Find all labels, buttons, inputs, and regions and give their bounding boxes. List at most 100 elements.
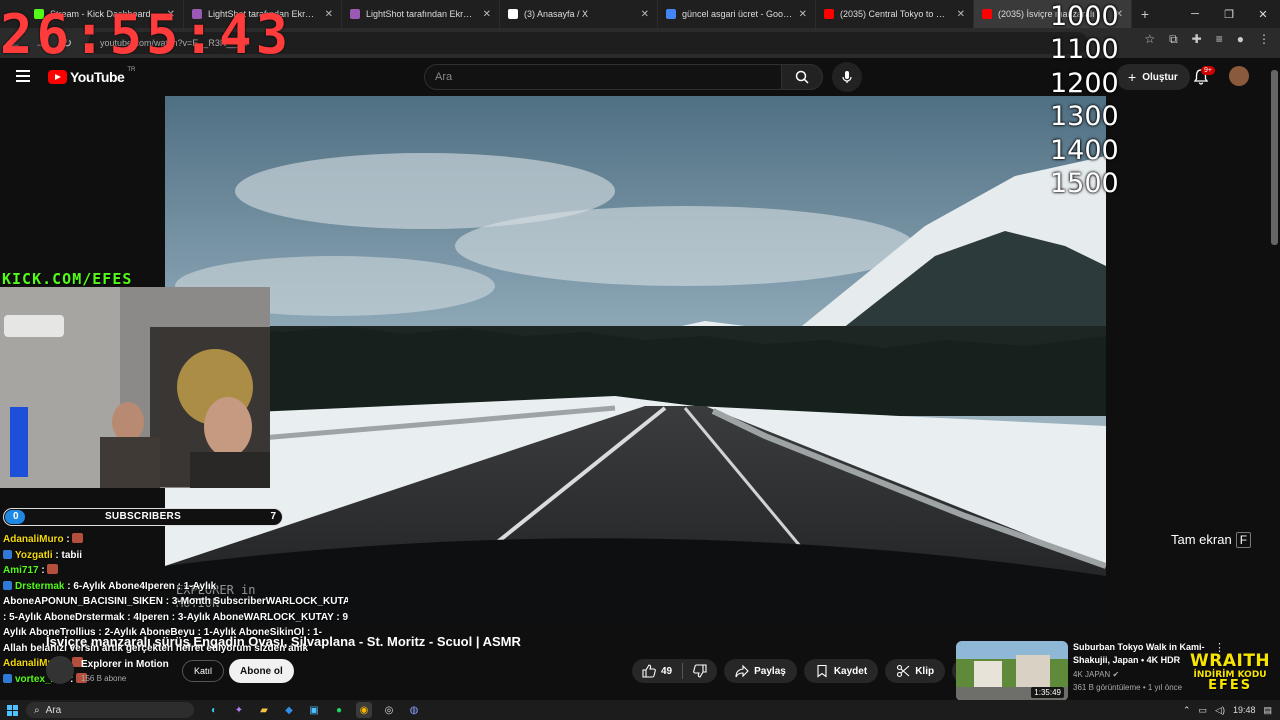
- browser-tab[interactable]: (3) Anasayfa / X ✕: [500, 0, 658, 28]
- create-label: Oluştur: [1142, 71, 1178, 83]
- like-dislike-group: 49: [632, 659, 718, 683]
- spotify-icon[interactable]: ●: [331, 702, 347, 718]
- fullscreen-hint-label: Tam ekran: [1171, 532, 1232, 547]
- fullscreen-hint: Tam ekran F: [1171, 532, 1252, 548]
- discord-icon[interactable]: ◍: [406, 702, 422, 718]
- media-control-icon[interactable]: ≡: [1216, 32, 1223, 47]
- counter-tick: 1200: [1050, 67, 1119, 99]
- chat-username[interactable]: Ami717: [3, 565, 39, 576]
- extension-icon[interactable]: ⧉: [1169, 32, 1178, 47]
- sponsor-overlay: WRAITH İNDİRİM KODU EFES: [1190, 651, 1270, 693]
- dislike-button[interactable]: [683, 659, 717, 683]
- webcam-feed: [0, 287, 270, 488]
- notification-center-icon[interactable]: ▤: [1263, 705, 1272, 716]
- like-button[interactable]: 49: [632, 659, 682, 683]
- tab-label: LightShot tarafından Ekran Gör: [366, 9, 477, 19]
- file-explorer-icon[interactable]: ▰: [256, 702, 272, 718]
- subscribe-button[interactable]: Abone ol: [229, 659, 294, 683]
- voice-search-button[interactable]: [832, 62, 862, 92]
- tab-close-icon[interactable]: ✕: [641, 9, 649, 20]
- obs-icon[interactable]: ◎: [381, 702, 397, 718]
- tab-favicon-icon: [508, 9, 518, 19]
- youtube-logo[interactable]: YouTube TR: [48, 67, 136, 85]
- save-button[interactable]: Kaydet: [803, 659, 879, 683]
- save-label: Kaydet: [833, 665, 868, 677]
- tab-label: (2035) Central Tokyo to Mt. Fuji: [840, 9, 951, 19]
- youtube-wordmark: YouTube: [70, 69, 125, 85]
- clip-button[interactable]: Klip: [885, 659, 946, 683]
- profile-icon[interactable]: ●: [1237, 32, 1244, 47]
- clock-time[interactable]: 19:48: [1233, 705, 1256, 715]
- thumbs-down-icon: [693, 664, 707, 678]
- chrome-icon[interactable]: ◉: [356, 702, 372, 718]
- country-code: TR: [127, 67, 136, 73]
- recommended-meta: 361 B görüntüleme • 1 yıl önce: [1073, 683, 1183, 692]
- copilot-icon[interactable]: ✦: [231, 702, 247, 718]
- tab-close-icon[interactable]: ✕: [799, 9, 807, 20]
- store-icon[interactable]: ▣: [306, 702, 322, 718]
- browser-tab[interactable]: (2035) Central Tokyo to Mt. Fuji ✕: [816, 0, 974, 28]
- youtube-play-icon: [48, 70, 67, 84]
- thumbs-up-icon: [642, 664, 656, 678]
- edge-icon[interactable]: ◐: [206, 702, 222, 718]
- browser-tab[interactable]: güncel asgari ücret - Google'da ✕: [658, 0, 816, 28]
- chat-username[interactable]: Drstermak: [15, 581, 64, 592]
- toolbar-icons: ☆ ⧉ ✚ ≡ ● ⋮: [1144, 32, 1270, 47]
- recommended-thumbnail[interactable]: 1:35:49: [956, 641, 1068, 701]
- page-scrollbar[interactable]: [1271, 70, 1278, 245]
- subscriber-badge-icon: [3, 580, 12, 590]
- subscriber-goal-target: 7: [270, 511, 276, 522]
- fullscreen-key: F: [1235, 532, 1252, 548]
- chat-username[interactable]: AdanaliMuro: [3, 534, 64, 545]
- taskbar-search-placeholder: Ara: [45, 704, 62, 716]
- channel-name[interactable]: Explorer in Motion: [81, 659, 169, 670]
- plus-icon: +: [1128, 69, 1137, 85]
- search-input[interactable]: Ara: [424, 64, 782, 90]
- account-avatar[interactable]: [1229, 66, 1249, 86]
- volume-icon[interactable]: ◁): [1215, 705, 1225, 716]
- counter-ticks: 1000 1100 1200 1300 1400 1500: [1050, 0, 1119, 200]
- tab-close-icon[interactable]: ✕: [325, 9, 333, 20]
- tab-label: (3) Anasayfa / X: [524, 9, 589, 19]
- counter-tick: 1500: [1050, 168, 1119, 200]
- counter-tick: 1400: [1050, 134, 1119, 166]
- start-button[interactable]: [0, 700, 24, 720]
- tab-favicon-icon: [824, 9, 834, 19]
- puzzle-icon[interactable]: ✚: [1192, 32, 1202, 47]
- outlook-icon[interactable]: ◆: [281, 702, 297, 718]
- hamburger-menu-icon[interactable]: [16, 70, 30, 82]
- bookmark-icon: [817, 664, 827, 678]
- taskbar-apps: ◐ ✦ ▰ ◆ ▣ ● ◉ ◎ ◍: [206, 702, 422, 718]
- tray-chevron-icon[interactable]: ⌃: [1183, 705, 1191, 716]
- search-icon: [795, 70, 809, 84]
- chat-message: Ami717 :: [3, 563, 348, 579]
- browser-menu-icon[interactable]: ⋮: [1258, 32, 1270, 47]
- network-icon[interactable]: ▭: [1199, 705, 1208, 716]
- sponsor-code: EFES: [1208, 678, 1253, 693]
- tab-label: güncel asgari ücret - Google'da: [682, 9, 793, 19]
- sponsor-brand: WRAITH: [1190, 651, 1271, 671]
- chat-username[interactable]: Yozgatli: [15, 550, 53, 561]
- maximize-icon[interactable]: ❐: [1212, 0, 1246, 28]
- tab-close-icon[interactable]: ✕: [483, 9, 491, 20]
- bookmark-star-icon[interactable]: ☆: [1144, 32, 1155, 47]
- subscriber-goal-label: SUBSCRIBERS: [104, 511, 182, 522]
- chat-separator: :: [38, 565, 48, 576]
- tab-close-icon[interactable]: ✕: [957, 9, 965, 20]
- channel-avatar[interactable]: [46, 656, 74, 684]
- close-window-icon[interactable]: ✕: [1246, 0, 1280, 28]
- create-button[interactable]: + Oluştur: [1116, 64, 1190, 90]
- new-tab-button[interactable]: +: [1132, 6, 1158, 22]
- chat-text: 6-Aylık Abone4Iperen : 1-Aylık: [73, 580, 217, 592]
- stream-timer: 26:55:43: [0, 3, 293, 66]
- search-button[interactable]: [781, 64, 823, 90]
- share-button[interactable]: Paylaş: [724, 659, 797, 683]
- taskbar-search[interactable]: ⌕ Ara: [26, 702, 194, 718]
- join-button[interactable]: Katıl: [182, 660, 225, 682]
- browser-tab[interactable]: LightShot tarafından Ekran Gör ✕: [342, 0, 500, 28]
- minimize-icon[interactable]: ─: [1178, 0, 1212, 28]
- scissors-icon: [897, 664, 910, 678]
- chat-text: : 5-Aylık AboneDrstermak : 4Iperen : 3-A…: [3, 611, 348, 623]
- chat-message: Drstermak : 6-Aylık Abone4Iperen : 1-Ayl…: [3, 579, 348, 595]
- webcam-image: [0, 287, 270, 488]
